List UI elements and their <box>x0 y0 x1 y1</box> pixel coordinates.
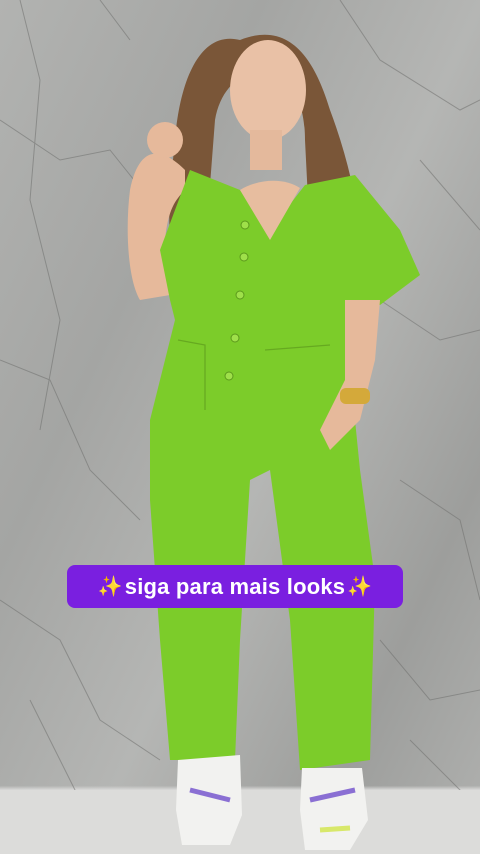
sparkle-icon-left: ✨ <box>97 576 123 598</box>
left-hand <box>147 122 183 158</box>
photo-illustration <box>0 0 480 854</box>
sparkle-icon-right: ✨ <box>347 576 373 598</box>
caption-pill[interactable]: ✨ siga para mais looks ✨ <box>67 565 403 608</box>
bracelet <box>340 388 370 404</box>
caption-text: siga para mais looks <box>124 573 346 599</box>
left-shoe <box>176 755 242 845</box>
neck <box>250 130 282 170</box>
jumpsuit <box>150 170 420 770</box>
background-photo <box>0 0 480 854</box>
right-shoe-accent-yellow <box>319 825 351 833</box>
face <box>230 40 306 140</box>
